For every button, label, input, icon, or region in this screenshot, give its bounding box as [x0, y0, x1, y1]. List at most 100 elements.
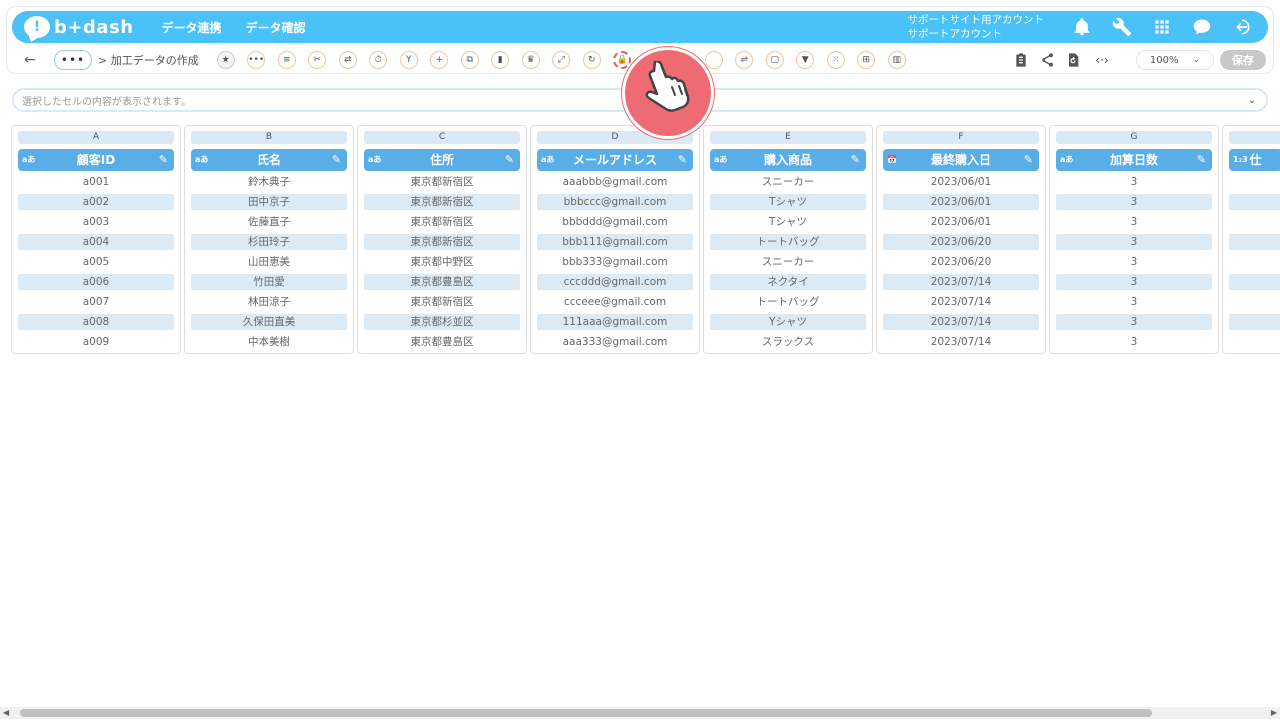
chevron-down-icon[interactable]: ⌄: [1248, 95, 1256, 106]
refresh-file-icon[interactable]: [1064, 51, 1082, 69]
table-cell[interactable]: 3: [1056, 334, 1212, 350]
bell-icon[interactable]: [1072, 17, 1092, 37]
table-cell[interactable]: [1229, 194, 1280, 210]
timer-icon[interactable]: ⏱: [369, 51, 388, 69]
share-icon[interactable]: [1038, 51, 1056, 69]
column-header[interactable]: 📅 最終購入日 ✎: [883, 149, 1039, 171]
table-cell[interactable]: 鈴木典子: [191, 174, 347, 190]
table-icon[interactable]: ⊞: [857, 51, 876, 69]
scrollbar-thumb[interactable]: [20, 709, 1152, 717]
table-cell[interactable]: トートバッグ: [710, 234, 866, 250]
table-cell[interactable]: 東京都新宿区: [364, 214, 520, 230]
table-cell[interactable]: 東京都新宿区: [364, 294, 520, 310]
scroll-right-icon[interactable]: ▶: [1271, 708, 1277, 717]
pencil-icon[interactable]: ✎: [1197, 149, 1206, 171]
expand-icon[interactable]: ⤢: [552, 51, 571, 69]
table-cell[interactable]: スニーカー: [710, 174, 866, 190]
table-cell[interactable]: 竹田愛: [191, 274, 347, 290]
table-cell[interactable]: 東京都新宿区: [364, 194, 520, 210]
table-cell[interactable]: 2023/07/14: [883, 314, 1039, 330]
table-cell[interactable]: 3: [1056, 234, 1212, 250]
save-button[interactable]: 保存: [1220, 50, 1266, 70]
table-cell[interactable]: [1229, 234, 1280, 250]
table-cell[interactable]: 中本美樹: [191, 334, 347, 350]
table-cell[interactable]: 東京都新宿区: [364, 234, 520, 250]
table-cell[interactable]: 2023/07/14: [883, 274, 1039, 290]
pencil-icon[interactable]: ✎: [851, 149, 860, 171]
column-letter[interactable]: F: [883, 131, 1039, 144]
table-cell[interactable]: a008: [18, 314, 174, 330]
table-cell[interactable]: トートバッグ: [710, 294, 866, 310]
scissors-icon[interactable]: ✂: [308, 51, 327, 69]
table-cell[interactable]: 東京都豊島区: [364, 334, 520, 350]
columns-icon[interactable]: ▥: [887, 51, 906, 69]
table-cell[interactable]: 田中京子: [191, 194, 347, 210]
horizontal-scrollbar[interactable]: ◀ ▶: [0, 707, 1280, 719]
column-letter[interactable]: E: [710, 131, 866, 144]
pencil-icon[interactable]: ✎: [505, 149, 514, 171]
table-cell[interactable]: 2023/07/14: [883, 294, 1039, 310]
column-header[interactable]: aあ 住所 ✎: [364, 149, 520, 171]
table-cell[interactable]: a003: [18, 214, 174, 230]
wrench-icon[interactable]: [1112, 17, 1132, 37]
crown-icon[interactable]: ♛: [521, 51, 540, 69]
table-cell[interactable]: bbbccc@gmail.com: [537, 194, 693, 210]
pencil-icon[interactable]: ✎: [678, 149, 687, 171]
lock-icon[interactable]: 🔒: [613, 51, 632, 69]
table-cell[interactable]: bbb333@gmail.com: [537, 254, 693, 270]
table-cell[interactable]: 林田涼子: [191, 294, 347, 310]
code-icon[interactable]: ‹·›: [1090, 51, 1114, 69]
column-header[interactable]: aあ 購入商品 ✎: [710, 149, 866, 171]
column-header[interactable]: aあ 加算日数 ✎: [1056, 149, 1212, 171]
column-header[interactable]: aあ 氏名 ✎: [191, 149, 347, 171]
table-cell[interactable]: 111aaa@gmail.com: [537, 314, 693, 330]
filter-icon[interactable]: ▼: [796, 51, 815, 69]
table-cell[interactable]: 佐藤直子: [191, 214, 347, 230]
table-cell[interactable]: スラックス: [710, 334, 866, 350]
pencil-icon[interactable]: ✎: [159, 149, 168, 171]
table-cell[interactable]: 東京都新宿区: [364, 174, 520, 190]
star-icon[interactable]: ★: [216, 51, 235, 69]
table-cell[interactable]: 2023/06/01: [883, 174, 1039, 190]
table-cell[interactable]: cccddd@gmail.com: [537, 274, 693, 290]
repeat-icon[interactable]: ↻: [582, 51, 601, 69]
table-cell[interactable]: [1229, 214, 1280, 230]
table-cell[interactable]: [1229, 254, 1280, 270]
table-cell[interactable]: [1229, 314, 1280, 330]
column-letter[interactable]: G: [1056, 131, 1212, 144]
table-cell[interactable]: 東京都豊島区: [364, 274, 520, 290]
branch-icon[interactable]: Y: [399, 51, 418, 69]
account-info[interactable]: サポートサイト用アカウント サポートアカウント: [908, 13, 1045, 41]
table-cell[interactable]: Tシャツ: [710, 214, 866, 230]
ellipsis-icon[interactable]: •••: [247, 51, 266, 69]
table-cell[interactable]: 2023/06/01: [883, 194, 1039, 210]
table-cell[interactable]: a002: [18, 194, 174, 210]
logout-icon[interactable]: [1232, 17, 1252, 37]
table-cell[interactable]: [1229, 274, 1280, 290]
table-cell[interactable]: a004: [18, 234, 174, 250]
table-cell[interactable]: 杉田玲子: [191, 234, 347, 250]
list-icon[interactable]: ≡: [277, 51, 296, 69]
more-menu-button[interactable]: •••: [54, 50, 92, 70]
table-cell[interactable]: 3: [1056, 174, 1212, 190]
table-cell[interactable]: 3: [1056, 274, 1212, 290]
table-cell[interactable]: bbbddd@gmail.com: [537, 214, 693, 230]
table-cell[interactable]: bbb111@gmail.com: [537, 234, 693, 250]
logo[interactable]: ! b+dash: [24, 16, 134, 38]
table-cell[interactable]: a005: [18, 254, 174, 270]
merge-icon[interactable]: ⇄: [338, 51, 357, 69]
column-header[interactable]: aあ 顧客ID ✎: [18, 149, 174, 171]
column-header[interactable]: aあ メールアドレス ✎: [537, 149, 693, 171]
column-letter[interactable]: [1229, 131, 1280, 144]
copy-icon[interactable]: ⧉: [460, 51, 479, 69]
column-letter[interactable]: B: [191, 131, 347, 144]
column-letter[interactable]: A: [18, 131, 174, 144]
zoom-select[interactable]: 100% ⌄: [1136, 50, 1214, 70]
table-cell[interactable]: 3: [1056, 314, 1212, 330]
hidden-tool-3-icon[interactable]: [704, 51, 723, 69]
table-cell[interactable]: 3: [1056, 254, 1212, 270]
table-cell[interactable]: 2023/06/20: [883, 234, 1039, 250]
table-cell[interactable]: 3: [1056, 214, 1212, 230]
table-cell[interactable]: スニーカー: [710, 254, 866, 270]
shuffle-icon[interactable]: ⇌: [735, 51, 754, 69]
